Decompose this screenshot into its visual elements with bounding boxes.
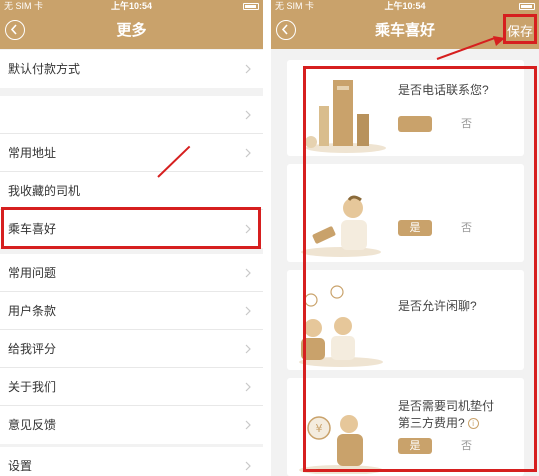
chevron-right-icon <box>245 110 251 120</box>
annotation-cards-box <box>303 66 537 472</box>
chevron-right-icon <box>245 420 251 430</box>
nav-bar: 更多 <box>0 12 263 49</box>
menu-group-payment: 默认付款方式 <box>0 50 263 88</box>
chevron-right-icon <box>245 382 251 392</box>
annotation-save-box <box>503 14 537 44</box>
menu-item-label: 默认付款方式 <box>8 62 81 76</box>
menu-item-settings[interactable]: 设置 <box>0 447 263 476</box>
menu-item-blank[interactable] <box>0 96 263 134</box>
menu-item-feedback[interactable]: 意见反馈 <box>0 406 263 444</box>
menu-item-rate-us[interactable]: 给我评分 <box>0 330 263 368</box>
menu-item-label: 常用问题 <box>8 266 57 280</box>
menu-group-settings: 设置 <box>0 447 263 476</box>
menu-item-label: 我收藏的司机 <box>8 184 81 198</box>
chevron-right-icon <box>245 461 251 471</box>
ride-preferences-screen: 无 SIM 卡 上午10:54 乘车喜好 保存 是否电话联系您? 否 是 否 是… <box>271 0 539 476</box>
menu-item-about-us[interactable]: 关于我们 <box>0 368 263 406</box>
battery-icon <box>243 2 259 10</box>
menu-group-info: 常用问题 用户条款 给我评分 关于我们 意见反馈 <box>0 254 263 444</box>
menu-item-label: 意见反馈 <box>8 418 57 432</box>
chevron-right-icon <box>245 268 251 278</box>
menu-item-label: 用户条款 <box>8 304 57 318</box>
status-bar: 无 SIM 卡 上午10:54 <box>0 0 263 12</box>
clock: 上午10:54 <box>384 1 426 11</box>
menu-item-favorite-drivers[interactable]: 我收藏的司机 <box>0 172 263 210</box>
arrow-head-icon <box>493 36 505 46</box>
battery-icon <box>519 2 535 10</box>
menu-item-terms[interactable]: 用户条款 <box>0 292 263 330</box>
menu-item-default-payment[interactable]: 默认付款方式 <box>0 50 263 88</box>
menu-item-label: 常用地址 <box>8 146 57 160</box>
more-screen: 无 SIM 卡 上午10:54 更多 默认付款方式 常用地址 我收藏的司机 乘车… <box>0 0 263 476</box>
menu-item-common-address[interactable]: 常用地址 <box>0 134 263 172</box>
clock: 上午10:54 <box>110 1 153 11</box>
chevron-right-icon <box>245 64 251 74</box>
menu-item-label: 关于我们 <box>8 380 57 394</box>
chevron-right-icon <box>245 306 251 316</box>
menu-item-label: 设置 <box>8 459 33 473</box>
chevron-right-icon <box>245 148 251 158</box>
annotation-highlight-box <box>1 207 261 249</box>
menu-item-label: 给我评分 <box>8 342 57 356</box>
status-bar: 无 SIM 卡 上午10:54 <box>271 0 539 12</box>
menu-item-faq[interactable]: 常用问题 <box>0 254 263 292</box>
chevron-right-icon <box>245 344 251 354</box>
page-title: 更多 <box>116 22 147 39</box>
